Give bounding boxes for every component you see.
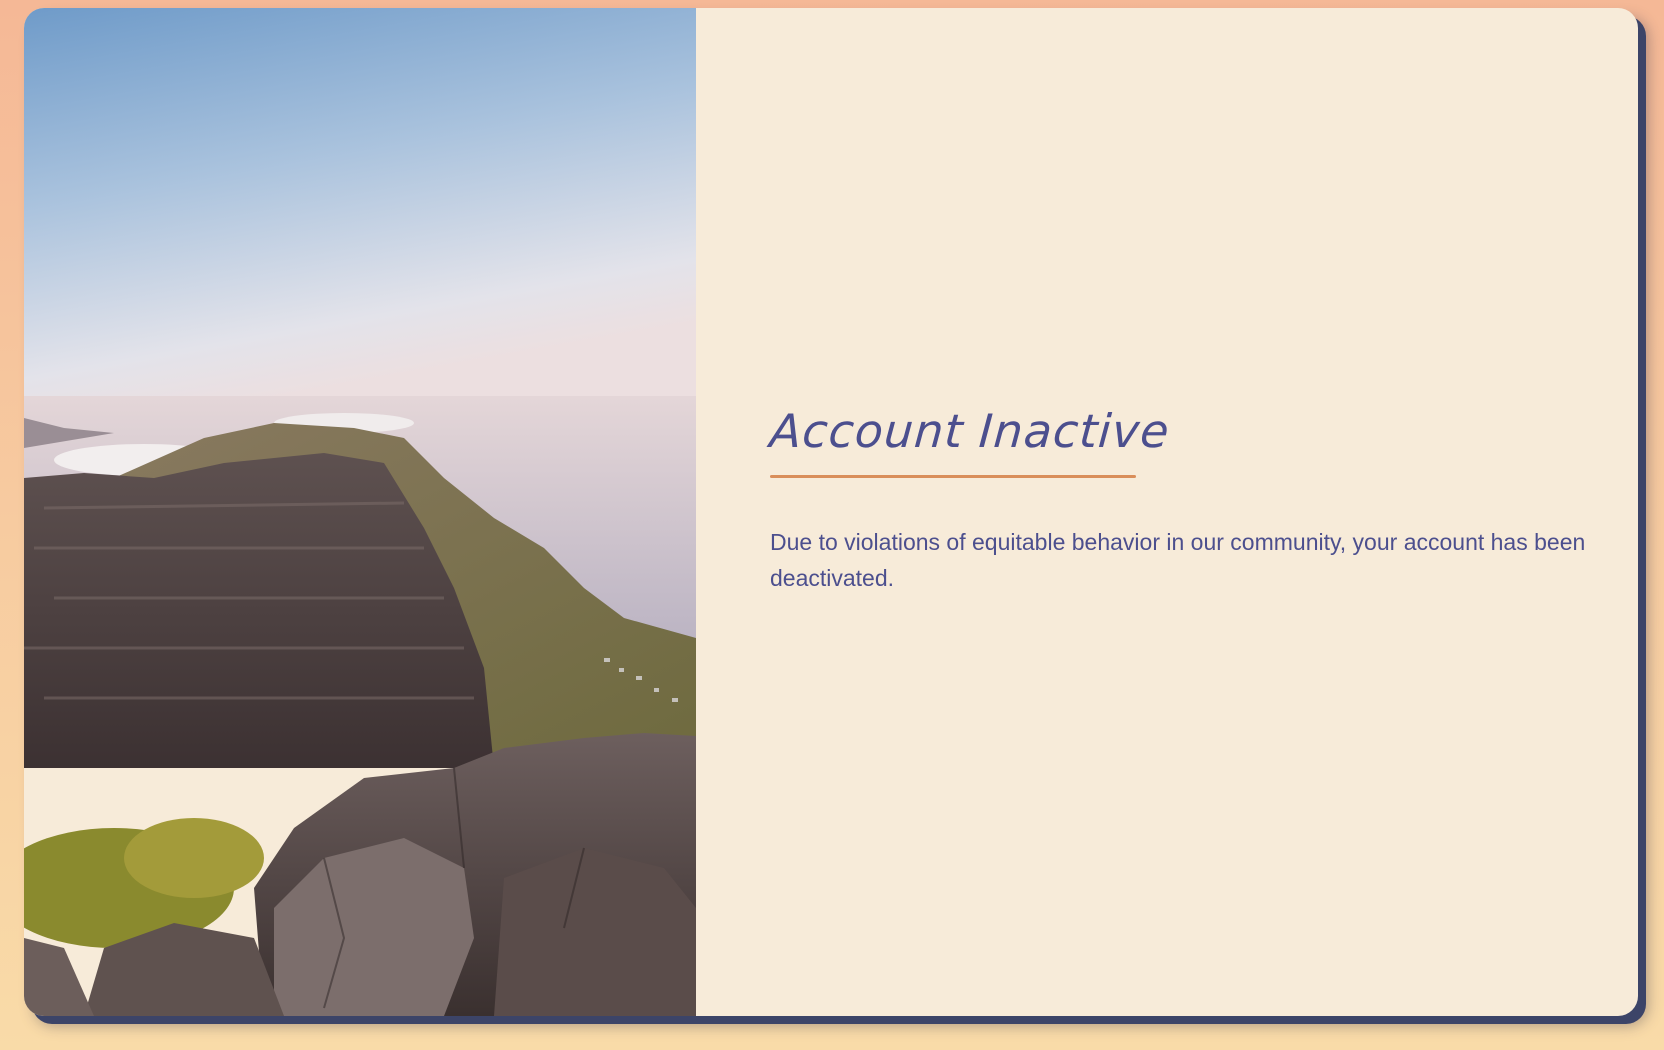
deactivation-message: Due to violations of equitable behavior …: [770, 529, 1586, 591]
notice-panel: Account Inactive Due to violations of eq…: [696, 8, 1638, 1016]
landscape-image: [24, 8, 696, 1016]
mountain-coast-photo: [24, 8, 696, 1016]
account-inactive-card: Account Inactive Due to violations of eq…: [24, 8, 1638, 1016]
page-title: Account Inactive: [768, 404, 1172, 458]
title-underline: [770, 475, 1136, 478]
